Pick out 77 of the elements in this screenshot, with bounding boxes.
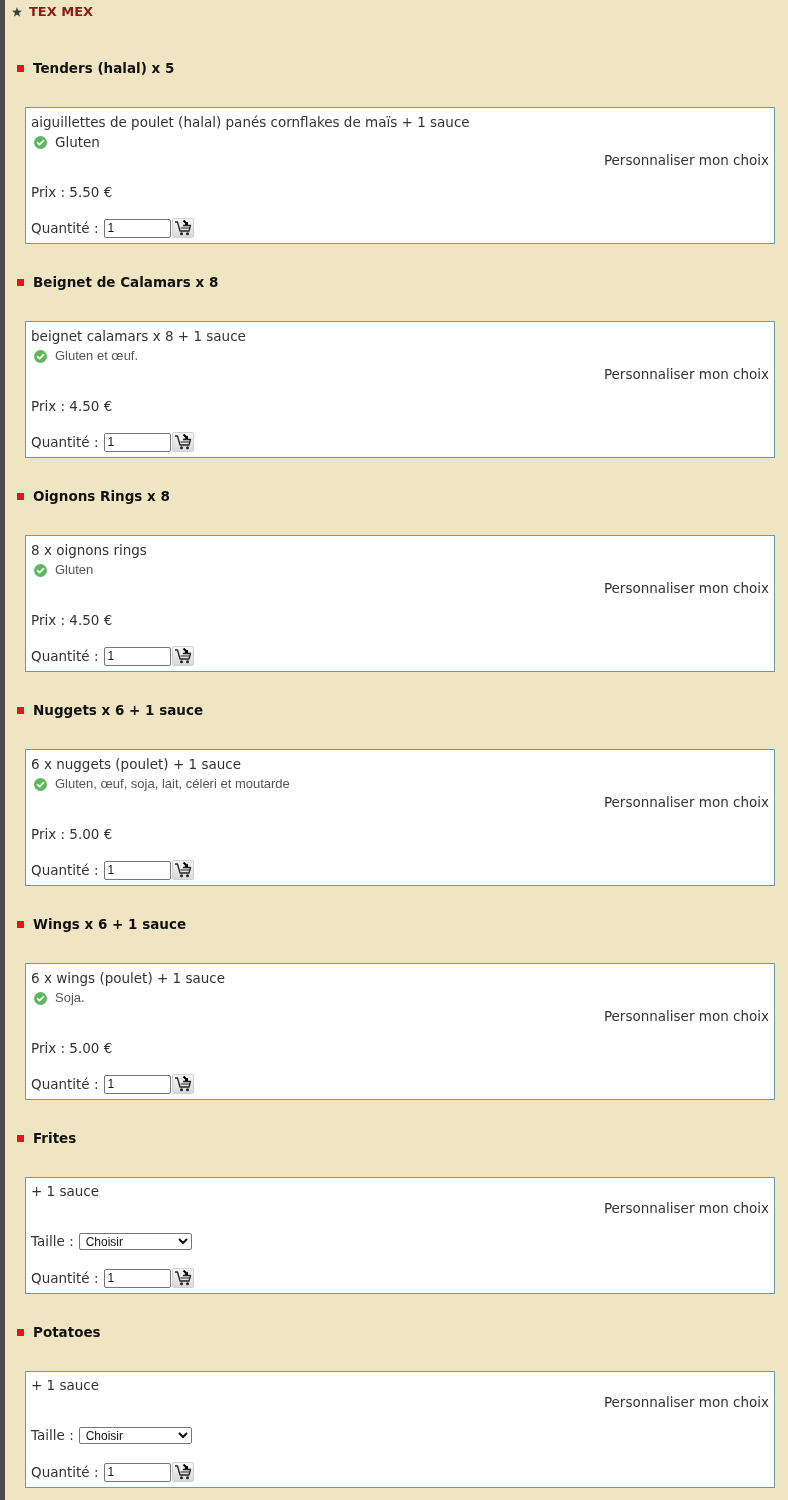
bullet-icon [17,920,24,928]
check-icon [34,349,47,363]
quantity-input[interactable]: 1 [103,860,171,880]
item-title: Nuggets x 6 + 1 sauce [33,701,204,720]
quantity-label: Quantité : [31,646,99,666]
quantity-input[interactable]: 1 [103,1462,171,1482]
add-to-cart-button[interactable] [171,1268,194,1288]
bullet-icon [17,278,24,286]
add-to-cart-button[interactable] [171,646,194,666]
allergen-text: Soja. [55,989,85,1008]
add-to-cart-button[interactable] [171,1074,194,1094]
cart-icon [173,1464,192,1480]
allergen-text: Gluten et œuf. [55,347,139,366]
quantity-label: Quantité : [31,1268,99,1288]
item-description: 6 x wings (poulet) + 1 sauce [31,969,227,988]
quantity-label: Quantité : [31,860,99,880]
customize-link[interactable]: Personnaliser mon choix [603,1008,769,1024]
bullet-icon [17,492,24,500]
section-title: TEX MEX [29,3,94,21]
quantity-input[interactable]: 1 [103,1268,171,1288]
customize-link[interactable]: Personnaliser mon choix [603,366,769,382]
check-icon [34,991,47,1005]
add-to-cart-button[interactable] [171,432,194,452]
quantity-label: Quantité : [31,432,99,452]
item-title: Wings x 6 + 1 sauce [33,915,187,934]
customize-link[interactable]: Personnaliser mon choix [603,580,769,596]
item-price: Prix : 4.50 € [31,397,114,416]
check-icon [34,135,47,149]
add-to-cart-button[interactable] [171,218,194,238]
item-description: beignet calamars x 8 + 1 sauce [31,327,247,346]
quantity-label: Quantité : [31,1462,99,1482]
cart-icon [173,862,192,878]
allergen-text: Gluten [55,132,100,152]
item-description: aiguillettes de poulet (halal) panés cornflakes de maïs + 1 sauce [31,113,471,132]
cart-icon [173,434,192,450]
size-select[interactable]: Choisir [78,1232,192,1250]
cart-icon [173,1076,192,1092]
quantity-input[interactable]: 1 [103,218,171,238]
item-title: Oignons Rings x 8 [33,487,170,506]
quantity-input[interactable]: 1 [103,646,171,666]
item-title: Tenders (halal) x 5 [33,59,175,78]
bullet-icon [17,1134,24,1142]
customize-link[interactable]: Personnaliser mon choix [603,1394,769,1410]
item-title: Frites [33,1129,77,1148]
quantity-label: Quantité : [31,1074,99,1094]
item-description: + 1 sauce [31,1376,101,1394]
item-description: 8 x oignons rings [31,541,148,560]
customize-link[interactable]: Personnaliser mon choix [603,152,769,168]
bullet-icon [17,1328,24,1336]
customize-link[interactable]: Personnaliser mon choix [603,794,769,810]
check-icon [34,777,47,791]
item-description: 6 x nuggets (poulet) + 1 sauce [31,755,242,774]
quantity-input[interactable]: 1 [103,1074,171,1094]
add-to-cart-button[interactable] [171,1462,194,1482]
size-label: Taille : [31,1425,74,1445]
quantity-input[interactable]: 1 [103,432,171,452]
cart-icon [173,648,192,664]
cart-icon [173,220,192,236]
bullet-icon [17,64,24,72]
star-icon [12,7,22,17]
allergen-text: Gluten [55,561,94,580]
size-select[interactable]: Choisir [78,1426,192,1444]
item-price: Prix : 5.00 € [31,1039,114,1058]
item-price: Prix : 4.50 € [31,611,114,630]
check-icon [34,563,47,577]
item-title: Beignet de Calamars x 8 [33,273,219,292]
size-label: Taille : [31,1231,74,1251]
customize-link[interactable]: Personnaliser mon choix [603,1200,769,1216]
item-description: + 1 sauce [31,1182,101,1200]
bullet-icon [17,706,24,714]
add-to-cart-button[interactable] [171,860,194,880]
item-price: Prix : 5.00 € [31,825,114,844]
item-price: Prix : 5.50 € [31,183,114,202]
item-title: Potatoes [33,1323,101,1342]
quantity-label: Quantité : [31,218,99,238]
allergen-text: Gluten, œuf, soja, lait, céleri et moutarde [55,775,290,794]
cart-icon [173,1270,192,1286]
